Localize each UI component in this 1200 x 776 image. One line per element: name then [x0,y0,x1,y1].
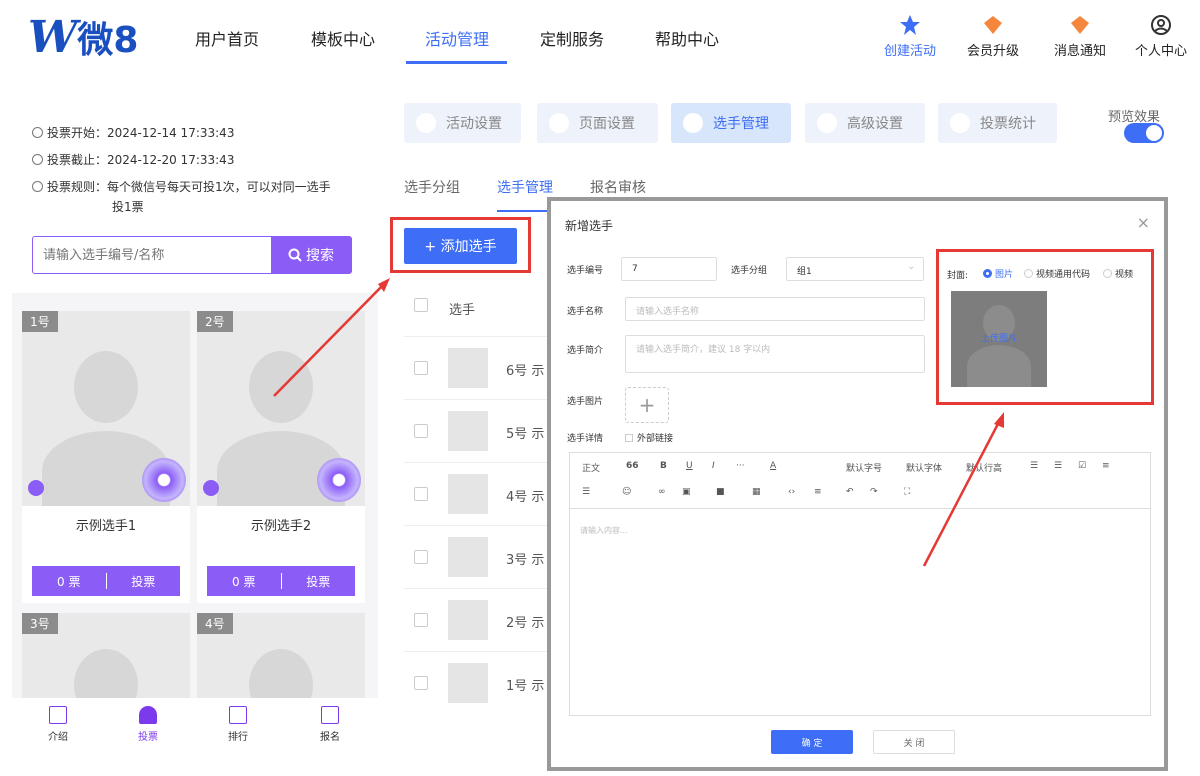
arrowhead [994,412,1004,428]
arrow-to-cover [922,419,1002,567]
arrow-to-add-button [273,283,385,397]
annotation-arrows [273,278,1004,567]
